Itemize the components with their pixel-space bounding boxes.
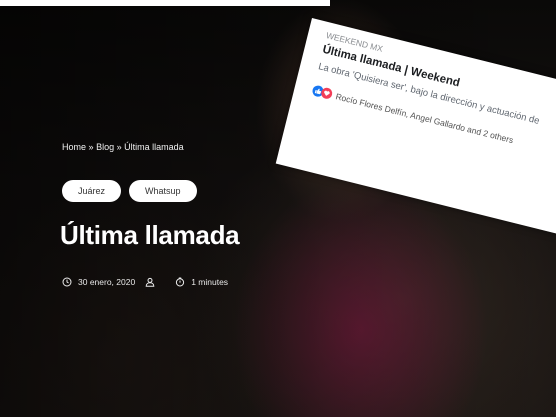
timer-icon xyxy=(175,277,185,287)
tag-whatsup[interactable]: Whatsup xyxy=(129,180,197,202)
read-time: 1 minutes xyxy=(191,277,229,287)
breadcrumb-current: Última llamada xyxy=(124,142,184,152)
tag-list: Juárez Whatsup xyxy=(62,180,197,202)
user-icon xyxy=(145,277,155,287)
breadcrumb-separator: » xyxy=(88,142,94,152)
post-title: Última llamada xyxy=(60,220,240,250)
love-icon xyxy=(320,86,334,100)
breadcrumb-blog-link[interactable]: Blog xyxy=(96,142,114,152)
tag-juarez[interactable]: Juárez xyxy=(62,180,122,202)
post-date: 30 enero, 2020 xyxy=(78,277,136,287)
breadcrumb-separator: » xyxy=(116,142,122,152)
top-strip xyxy=(0,0,330,6)
clock-icon xyxy=(62,277,72,287)
breadcrumb: Home » Blog » Última llamada xyxy=(62,142,184,152)
post-meta: 30 enero, 2020 1 minutes xyxy=(62,277,228,287)
breadcrumb-home-link[interactable]: Home xyxy=(62,142,86,152)
